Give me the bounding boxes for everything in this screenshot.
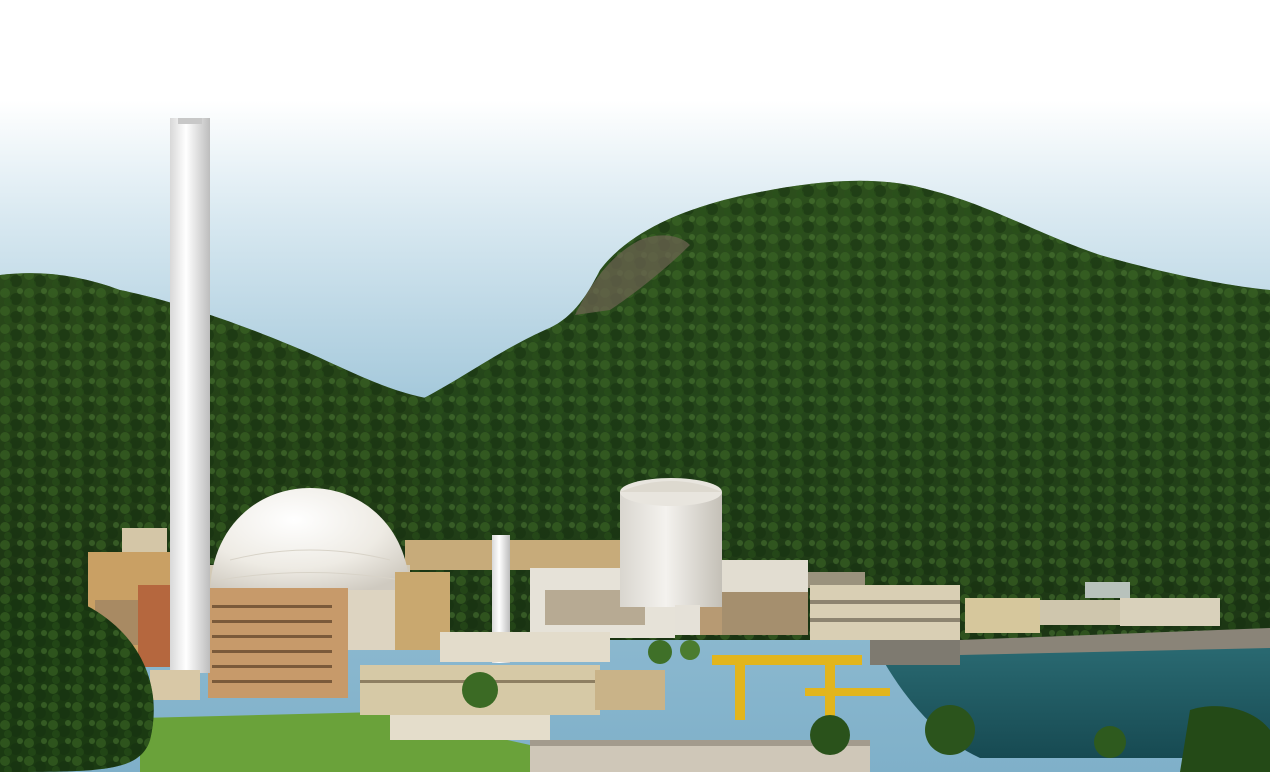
photo-scene [0, 0, 1270, 772]
